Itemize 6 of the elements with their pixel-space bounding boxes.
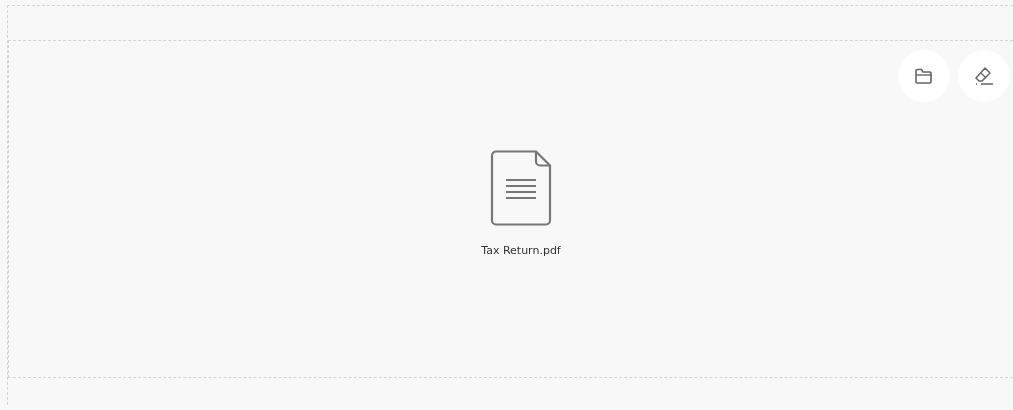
- eraser-icon: [973, 66, 995, 86]
- file-name: Tax Return.pdf: [481, 243, 561, 257]
- clear-button[interactable]: [958, 50, 1010, 102]
- open-folder-button[interactable]: [898, 50, 950, 102]
- document-icon: [490, 149, 552, 226]
- folder-icon: [914, 67, 934, 85]
